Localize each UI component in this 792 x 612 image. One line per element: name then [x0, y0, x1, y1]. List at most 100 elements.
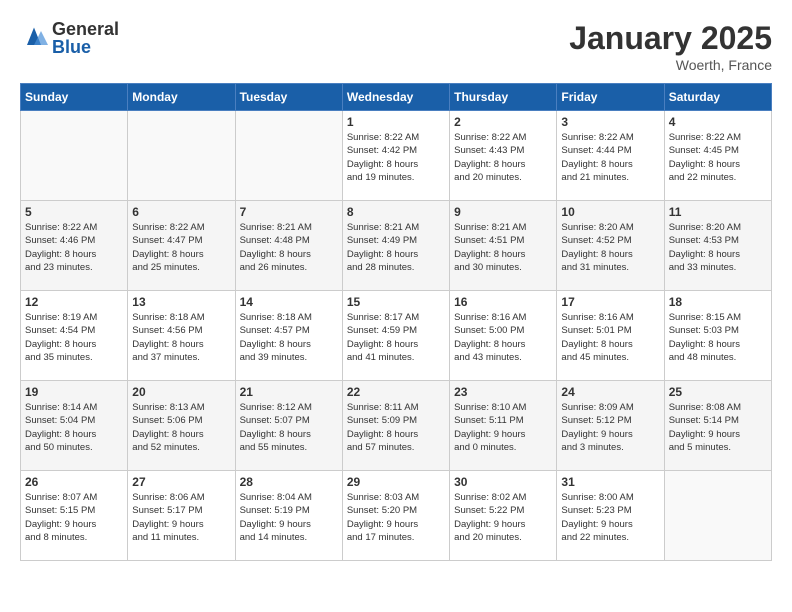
day-number: 4 [669, 115, 767, 129]
title-block: January 2025 Woerth, France [569, 20, 772, 73]
logo-blue: Blue [52, 38, 119, 56]
day-info: Sunrise: 8:00 AM Sunset: 5:23 PM Dayligh… [561, 491, 659, 544]
day-info: Sunrise: 8:06 AM Sunset: 5:17 PM Dayligh… [132, 491, 230, 544]
day-number: 14 [240, 295, 338, 309]
day-number: 27 [132, 475, 230, 489]
cell-0-3: 1Sunrise: 8:22 AM Sunset: 4:42 PM Daylig… [342, 111, 449, 201]
day-number: 11 [669, 205, 767, 219]
cell-1-6: 11 Sunrise: 8:20 AM Sunset: 4:53 PM Dayli… [664, 201, 771, 291]
day-number: 12 [25, 295, 123, 309]
day-info: Sunrise: 8:10 AM Sunset: 5:11 PM Dayligh… [454, 401, 552, 454]
cell-2-6: 18 Sunrise: 8:15 AM Sunset: 5:03 PM Dayli… [664, 291, 771, 381]
cell-1-1: 6Sunrise: 8:22 AM Sunset: 4:47 PM Daylig… [128, 201, 235, 291]
day-info: Sunrise: 8:21 AM Sunset: 4:49 PM Dayligh… [347, 221, 445, 274]
cell-0-1 [128, 111, 235, 201]
day-number: 3 [561, 115, 659, 129]
day-number: 29 [347, 475, 445, 489]
cell-2-4: 16 Sunrise: 8:16 AM Sunset: 5:00 PM Dayli… [450, 291, 557, 381]
day-info: Sunrise: 8:02 AM Sunset: 5:22 PM Dayligh… [454, 491, 552, 544]
cell-3-3: 22 Sunrise: 8:11 AM Sunset: 5:09 PM Dayli… [342, 381, 449, 471]
cell-3-0: 19Sunrise: 8:14 AM Sunset: 5:04 PM Dayli… [21, 381, 128, 471]
day-number: 20 [132, 385, 230, 399]
page-header: General Blue January 2025 Woerth, France [20, 20, 772, 73]
day-info: Sunrise: 8:16 AM Sunset: 5:00 PM Dayligh… [454, 311, 552, 364]
cell-4-3: 29Sunrise: 8:03 AM Sunset: 5:20 PM Dayli… [342, 471, 449, 561]
header-friday: Friday [557, 84, 664, 111]
cell-1-3: 8 Sunrise: 8:21 AM Sunset: 4:49 PM Daylig… [342, 201, 449, 291]
header-saturday: Saturday [664, 84, 771, 111]
cell-4-1: 27 Sunrise: 8:06 AM Sunset: 5:17 PM Dayli… [128, 471, 235, 561]
week-row-2: 5 Sunrise: 8:22 AM Sunset: 4:46 PM Daylig… [21, 201, 772, 291]
logo-icon [20, 24, 48, 52]
header-sunday: Sunday [21, 84, 128, 111]
header-thursday: Thursday [450, 84, 557, 111]
cell-4-4: 30 Sunrise: 8:02 AM Sunset: 5:22 PM Dayli… [450, 471, 557, 561]
day-number: 16 [454, 295, 552, 309]
day-info: Sunrise: 8:09 AM Sunset: 5:12 PM Dayligh… [561, 401, 659, 454]
cell-2-0: 12Sunrise: 8:19 AM Sunset: 4:54 PM Dayli… [21, 291, 128, 381]
day-number: 6 [132, 205, 230, 219]
day-number: 26 [25, 475, 123, 489]
logo-general: General [52, 20, 119, 38]
day-number: 2 [454, 115, 552, 129]
day-info: Sunrise: 8:12 AM Sunset: 5:07 PM Dayligh… [240, 401, 338, 454]
day-number: 18 [669, 295, 767, 309]
day-number: 31 [561, 475, 659, 489]
day-info: Sunrise: 8:21 AM Sunset: 4:48 PM Dayligh… [240, 221, 338, 274]
header-monday: Monday [128, 84, 235, 111]
day-number: 13 [132, 295, 230, 309]
cell-2-2: 14Sunrise: 8:18 AM Sunset: 4:57 PM Dayli… [235, 291, 342, 381]
cell-1-4: 9 Sunrise: 8:21 AM Sunset: 4:51 PM Daylig… [450, 201, 557, 291]
cell-2-1: 13 Sunrise: 8:18 AM Sunset: 4:56 PM Dayli… [128, 291, 235, 381]
day-number: 22 [347, 385, 445, 399]
day-number: 5 [25, 205, 123, 219]
day-number: 24 [561, 385, 659, 399]
day-number: 21 [240, 385, 338, 399]
day-info: Sunrise: 8:22 AM Sunset: 4:46 PM Dayligh… [25, 221, 123, 274]
week-row-3: 12Sunrise: 8:19 AM Sunset: 4:54 PM Dayli… [21, 291, 772, 381]
cell-1-0: 5 Sunrise: 8:22 AM Sunset: 4:46 PM Daylig… [21, 201, 128, 291]
day-number: 8 [347, 205, 445, 219]
cell-3-4: 23Sunrise: 8:10 AM Sunset: 5:11 PM Dayli… [450, 381, 557, 471]
cell-4-6 [664, 471, 771, 561]
day-info: Sunrise: 8:07 AM Sunset: 5:15 PM Dayligh… [25, 491, 123, 544]
header-tuesday: Tuesday [235, 84, 342, 111]
day-info: Sunrise: 8:08 AM Sunset: 5:14 PM Dayligh… [669, 401, 767, 454]
logo: General Blue [20, 20, 119, 56]
calendar-body: 1Sunrise: 8:22 AM Sunset: 4:42 PM Daylig… [21, 111, 772, 561]
calendar-header: SundayMondayTuesdayWednesdayThursdayFrid… [21, 84, 772, 111]
day-info: Sunrise: 8:13 AM Sunset: 5:06 PM Dayligh… [132, 401, 230, 454]
cell-4-2: 28Sunrise: 8:04 AM Sunset: 5:19 PM Dayli… [235, 471, 342, 561]
week-row-4: 19Sunrise: 8:14 AM Sunset: 5:04 PM Dayli… [21, 381, 772, 471]
day-info: Sunrise: 8:18 AM Sunset: 4:56 PM Dayligh… [132, 311, 230, 364]
day-number: 10 [561, 205, 659, 219]
day-number: 9 [454, 205, 552, 219]
header-wednesday: Wednesday [342, 84, 449, 111]
day-number: 15 [347, 295, 445, 309]
day-info: Sunrise: 8:15 AM Sunset: 5:03 PM Dayligh… [669, 311, 767, 364]
day-info: Sunrise: 8:22 AM Sunset: 4:44 PM Dayligh… [561, 131, 659, 184]
cell-3-2: 21 Sunrise: 8:12 AM Sunset: 5:07 PM Dayli… [235, 381, 342, 471]
day-info: Sunrise: 8:11 AM Sunset: 5:09 PM Dayligh… [347, 401, 445, 454]
day-number: 30 [454, 475, 552, 489]
day-info: Sunrise: 8:21 AM Sunset: 4:51 PM Dayligh… [454, 221, 552, 274]
cell-0-5: 3 Sunrise: 8:22 AM Sunset: 4:44 PM Daylig… [557, 111, 664, 201]
day-info: Sunrise: 8:04 AM Sunset: 5:19 PM Dayligh… [240, 491, 338, 544]
day-info: Sunrise: 8:20 AM Sunset: 4:52 PM Dayligh… [561, 221, 659, 274]
day-info: Sunrise: 8:22 AM Sunset: 4:42 PM Dayligh… [347, 131, 445, 184]
day-number: 17 [561, 295, 659, 309]
day-info: Sunrise: 8:20 AM Sunset: 4:53 PM Dayligh… [669, 221, 767, 274]
day-info: Sunrise: 8:17 AM Sunset: 4:59 PM Dayligh… [347, 311, 445, 364]
day-info: Sunrise: 8:22 AM Sunset: 4:45 PM Dayligh… [669, 131, 767, 184]
cell-1-2: 7Sunrise: 8:21 AM Sunset: 4:48 PM Daylig… [235, 201, 342, 291]
day-info: Sunrise: 8:14 AM Sunset: 5:04 PM Dayligh… [25, 401, 123, 454]
header-row: SundayMondayTuesdayWednesdayThursdayFrid… [21, 84, 772, 111]
cell-2-5: 17Sunrise: 8:16 AM Sunset: 5:01 PM Dayli… [557, 291, 664, 381]
day-info: Sunrise: 8:22 AM Sunset: 4:43 PM Dayligh… [454, 131, 552, 184]
cell-0-0 [21, 111, 128, 201]
cell-4-0: 26 Sunrise: 8:07 AM Sunset: 5:15 PM Dayli… [21, 471, 128, 561]
month-title: January 2025 [569, 20, 772, 57]
week-row-1: 1Sunrise: 8:22 AM Sunset: 4:42 PM Daylig… [21, 111, 772, 201]
cell-4-5: 31 Sunrise: 8:00 AM Sunset: 5:23 PM Dayli… [557, 471, 664, 561]
cell-0-6: 4 Sunrise: 8:22 AM Sunset: 4:45 PM Daylig… [664, 111, 771, 201]
